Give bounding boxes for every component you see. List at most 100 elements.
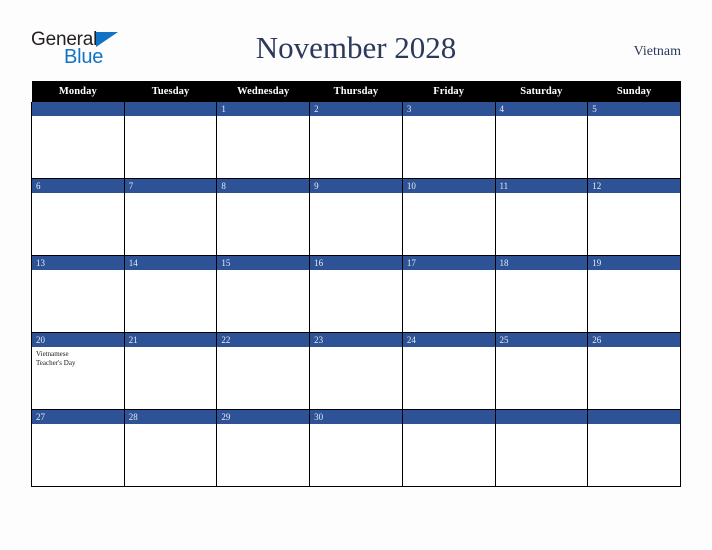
calendar-day-cell[interactable]: 21 <box>123 332 218 410</box>
calendar-day-cell[interactable]: 28 <box>123 409 218 487</box>
calendar-day-cell[interactable] <box>31 102 125 179</box>
day-number: 11 <box>495 179 588 193</box>
weekday-header-monday: Monday <box>31 81 125 102</box>
day-number: 28 <box>124 410 217 424</box>
calendar-day-cell[interactable]: 23 <box>309 332 403 410</box>
calendar-day-cell[interactable]: 30 <box>309 409 403 487</box>
calendar-day-cell[interactable]: 7 <box>123 178 218 256</box>
calendar-day-cell[interactable]: 6 <box>31 178 125 256</box>
day-events <box>588 424 680 427</box>
day-number: 14 <box>124 256 217 270</box>
day-number: 24 <box>402 333 495 347</box>
calendar-week-row: 6 7 8 9 10 11 12 <box>31 178 681 256</box>
calendar-day-cell[interactable]: 29 <box>216 409 311 487</box>
calendar-day-cell[interactable]: 10 <box>401 178 496 256</box>
day-number: 23 <box>310 333 402 347</box>
calendar-day-cell[interactable]: 11 <box>494 178 589 256</box>
weekday-header-wednesday: Wednesday <box>216 81 310 102</box>
day-events <box>496 347 588 350</box>
day-events <box>217 193 309 196</box>
calendar-day-cell[interactable]: 9 <box>309 178 403 256</box>
calendar-day-cell[interactable]: 18 <box>494 255 589 333</box>
day-number: 25 <box>495 333 588 347</box>
day-events <box>217 424 309 427</box>
day-events <box>125 116 217 119</box>
day-events <box>403 347 495 350</box>
event-label: Teacher's Day <box>36 358 76 367</box>
day-number: 26 <box>588 333 680 347</box>
day-events <box>32 116 124 119</box>
weekday-header-thursday: Thursday <box>309 81 403 102</box>
day-events <box>496 424 588 427</box>
day-events <box>217 116 309 119</box>
day-events <box>403 270 495 273</box>
event-label: Vietnamese <box>36 350 69 358</box>
calendar-day-cell[interactable]: 3 <box>401 102 496 179</box>
weekday-header-tuesday: Tuesday <box>124 81 217 102</box>
day-number <box>495 410 588 424</box>
day-number: 29 <box>217 410 310 424</box>
day-number: 22 <box>217 333 310 347</box>
day-events <box>403 424 495 427</box>
calendar-day-cell[interactable]: 27 <box>31 409 125 487</box>
calendar-day-cell[interactable]: 20 Vietnamese Teacher's Day <box>31 332 125 410</box>
day-events <box>588 116 680 119</box>
calendar-day-cell[interactable]: 16 <box>309 255 403 333</box>
calendar-day-cell[interactable]: 8 <box>216 178 311 256</box>
calendar-day-cell[interactable]: 1 <box>216 102 311 179</box>
calendar-day-cell[interactable]: 2 <box>309 102 403 179</box>
day-number: 27 <box>32 410 124 424</box>
day-events <box>588 193 680 196</box>
weekday-header-sunday: Sunday <box>587 81 681 102</box>
day-number: 8 <box>217 179 310 193</box>
weekday-header-row: Monday Tuesday Wednesday Thursday Friday… <box>31 81 681 102</box>
calendar-day-cell[interactable]: 25 <box>494 332 589 410</box>
day-events <box>32 424 124 427</box>
day-number: 17 <box>402 256 495 270</box>
day-events: Vietnamese Teacher's Day <box>32 347 124 367</box>
calendar-week-row: 13 14 15 16 17 18 19 <box>31 255 681 333</box>
day-number: 9 <box>310 179 402 193</box>
calendar-day-cell[interactable]: 17 <box>401 255 496 333</box>
day-events <box>310 347 402 350</box>
calendar-day-cell[interactable]: 12 <box>587 178 681 256</box>
day-number: 5 <box>588 102 680 116</box>
calendar-day-cell[interactable]: 26 <box>587 332 681 410</box>
day-number <box>588 410 680 424</box>
calendar-day-cell[interactable] <box>587 409 681 487</box>
day-number: 13 <box>32 256 124 270</box>
day-events <box>310 424 402 427</box>
calendar-day-cell[interactable]: 15 <box>216 255 311 333</box>
day-number: 3 <box>402 102 495 116</box>
day-events <box>588 347 680 350</box>
day-number: 18 <box>495 256 588 270</box>
calendar-day-cell[interactable]: 4 <box>494 102 589 179</box>
weekday-header-friday: Friday <box>402 81 496 102</box>
day-number <box>124 102 217 116</box>
weekday-header-saturday: Saturday <box>495 81 588 102</box>
calendar-page: General Blue November 2028 Vietnam Monda… <box>0 0 712 550</box>
calendar-day-cell[interactable]: 5 <box>587 102 681 179</box>
calendar-day-cell[interactable] <box>123 102 218 179</box>
calendar-day-cell[interactable]: 24 <box>401 332 496 410</box>
calendar-day-cell[interactable]: 14 <box>123 255 218 333</box>
day-number: 16 <box>310 256 402 270</box>
calendar-day-cell[interactable] <box>494 409 589 487</box>
calendar-day-cell[interactable]: 22 <box>216 332 311 410</box>
calendar-day-cell[interactable]: 19 <box>587 255 681 333</box>
day-events <box>125 347 217 350</box>
calendar-grid: Monday Tuesday Wednesday Thursday Friday… <box>31 81 681 487</box>
calendar-week-row: 27 28 29 30 <box>31 409 681 487</box>
day-number: 20 <box>32 333 124 347</box>
day-events <box>125 270 217 273</box>
day-number <box>32 102 124 116</box>
day-events <box>217 270 309 273</box>
day-events <box>310 116 402 119</box>
day-number: 10 <box>402 179 495 193</box>
calendar-day-cell[interactable]: 13 <box>31 255 125 333</box>
calendar-day-cell[interactable] <box>401 409 496 487</box>
day-number: 15 <box>217 256 310 270</box>
day-events <box>496 270 588 273</box>
page-title: November 2028 <box>255 30 457 65</box>
calendar-body: 1 2 3 4 5 6 7 8 9 10 11 12 13 14 15 16 17 18 19 20 Vietnames… <box>31 102 681 487</box>
